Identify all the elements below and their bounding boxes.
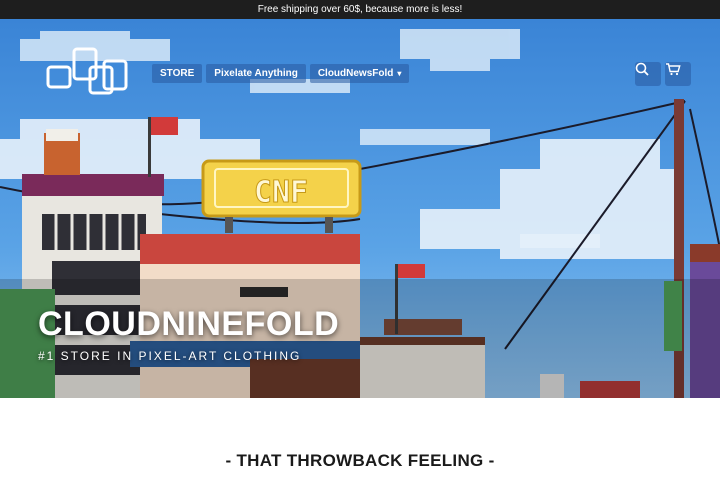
cart-icon <box>666 63 681 76</box>
billboard-text: CNF <box>254 175 308 210</box>
nav-pixelate-label: Pixelate Anything <box>214 68 298 79</box>
nav-cloudnewsfold[interactable]: CloudNewsFold ▾ <box>309 64 410 83</box>
hero-title: CLOUDNINEFOLD <box>38 305 340 343</box>
nav-store[interactable]: STORE <box>152 64 203 83</box>
site-logo[interactable] <box>44 45 130 101</box>
cart-button[interactable] <box>665 62 691 86</box>
section-title: - THAT THROWBACK FEELING - <box>225 451 495 470</box>
announcement-bar: Free shipping over 60$, because more is … <box>0 0 720 19</box>
nav-store-label: STORE <box>160 68 195 79</box>
hero-subtitle: #1 STORE IN PIXEL-ART CLOTHING <box>38 349 302 363</box>
logo-icon <box>46 47 128 95</box>
announcement-text: Free shipping over 60$, because more is … <box>257 4 463 15</box>
search-button[interactable] <box>635 62 661 86</box>
hero-banner: CNF STORE Pixelate Anything CloudNewsFol… <box>0 19 720 398</box>
nav-cloudnewsfold-label: CloudNewsFold <box>317 68 394 79</box>
main-nav: STORE Pixelate Anything CloudNewsFold ▾ <box>152 64 410 83</box>
search-icon <box>635 62 649 76</box>
chevron-down-icon: ▾ <box>397 69 402 78</box>
nav-pixelate-anything[interactable]: Pixelate Anything <box>206 64 306 83</box>
